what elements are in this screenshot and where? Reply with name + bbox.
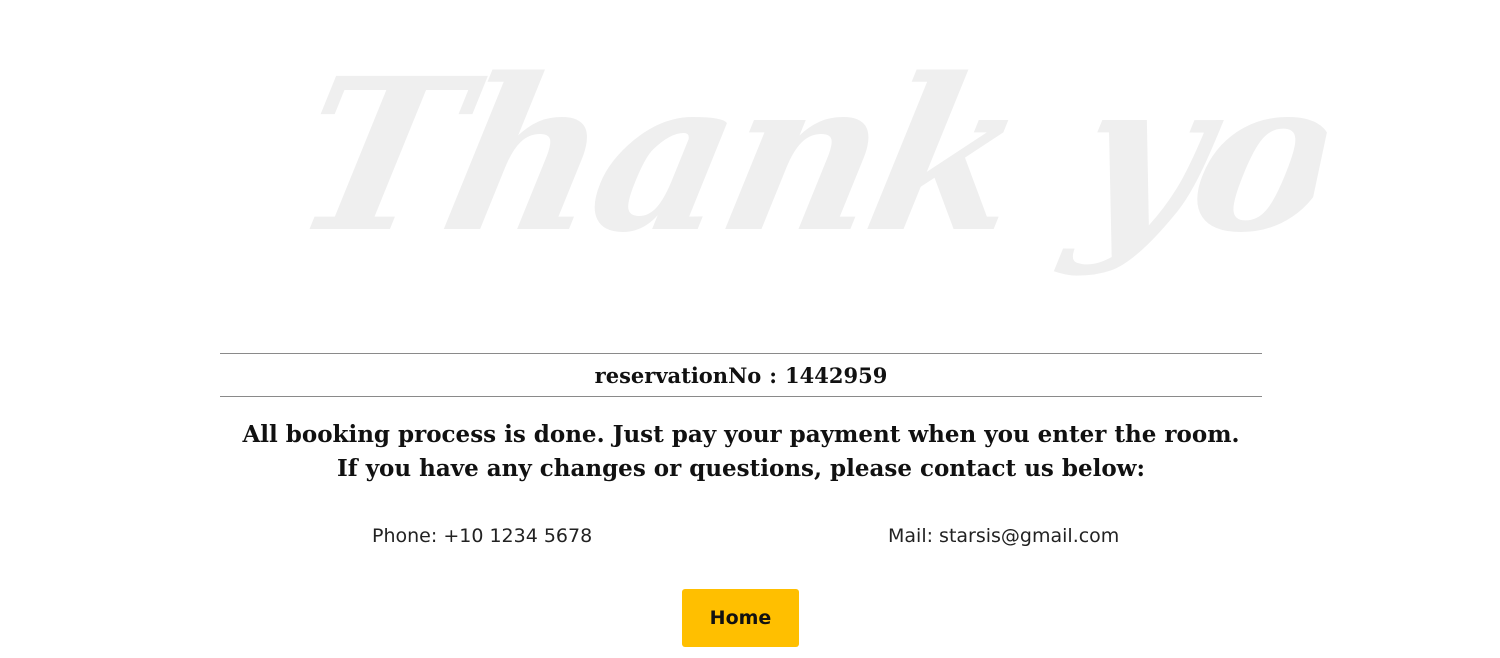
confirmation-message: All booking process is done. Just pay yo… xyxy=(220,418,1262,486)
home-button[interactable]: Home xyxy=(682,589,799,647)
phone-value: +10 1234 5678 xyxy=(443,525,593,547)
phone-label: Phone: xyxy=(372,525,438,547)
mail-value: starsis@gmail.com xyxy=(939,525,1120,547)
confirmation-line-1: All booking process is done. Just pay yo… xyxy=(242,421,1240,448)
contact-mail: Mail: starsis@gmail.com xyxy=(888,525,1119,547)
thank-you-page: Thank you reservationNo : 1442959 All bo… xyxy=(0,0,1500,658)
reservation-number-bar: reservationNo : 1442959 xyxy=(220,353,1262,397)
reservation-number: 1442959 xyxy=(785,362,888,388)
contact-phone: Phone: +10 1234 5678 xyxy=(372,525,592,547)
reservation-label: reservationNo xyxy=(594,362,762,388)
reservation-separator: : xyxy=(769,362,778,388)
mail-label: Mail: xyxy=(888,525,933,547)
thank-you-heading: Thank you xyxy=(275,32,1354,279)
confirmation-line-2: If you have any changes or questions, pl… xyxy=(337,455,1145,482)
